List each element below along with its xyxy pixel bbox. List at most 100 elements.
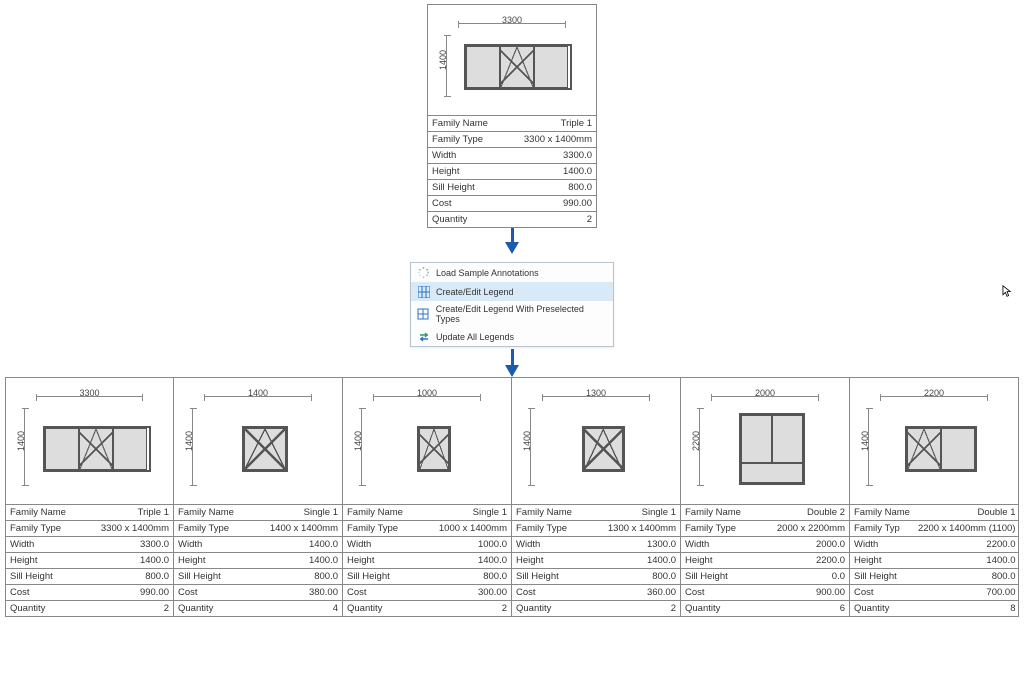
prop-label: Family Typ <box>850 521 914 537</box>
prop-label: Sill Height <box>343 569 420 585</box>
prop-label: Width <box>6 537 82 553</box>
prop-label: Cost <box>681 585 758 601</box>
prop-label: Cost <box>850 585 914 601</box>
table-row: Height1400.0 <box>512 553 680 569</box>
table-row: Height1400.0 <box>850 553 1019 569</box>
table-row: Family Type1300 x 1400mm <box>512 521 680 537</box>
window-preview: 3300 1400 <box>428 5 596 115</box>
prop-label: Cost <box>174 585 251 601</box>
spinner-icon <box>417 266 430 279</box>
window-graphic <box>242 426 288 472</box>
prop-label: Height <box>850 553 914 569</box>
prop-label: Sill Height <box>512 569 589 585</box>
table-row: Width1000.0 <box>343 537 511 553</box>
dimension-bar-horizontal <box>542 396 650 397</box>
table-row: Cost990.00 <box>6 585 173 601</box>
prop-label: Family Name <box>174 505 251 521</box>
menu-item-create-edit-preselected[interactable]: Create/Edit Legend With Preselected Type… <box>411 301 613 327</box>
prop-value: 3300.0 <box>82 537 173 553</box>
prop-label: Quantity <box>850 601 914 617</box>
prop-label: Width <box>174 537 251 553</box>
properties-table: Family NameTriple 1 Family Type3300 x 14… <box>428 115 596 227</box>
dimension-bar-vertical <box>361 408 362 486</box>
prop-value: 1000 x 1400mm <box>420 521 511 537</box>
menu-item-create-edit[interactable]: Create/Edit Legend <box>411 282 613 301</box>
table-row: Height1400.0 <box>174 553 342 569</box>
prop-label: Cost <box>343 585 420 601</box>
legend-card: 22001400Family NameDouble 1Family Typ220… <box>850 378 1019 616</box>
table-row: Family Type1000 x 1400mm <box>343 521 511 537</box>
window-graphic <box>905 426 977 472</box>
prop-value: 6 <box>758 601 849 617</box>
prop-label: Family Name <box>512 505 589 521</box>
prop-value: 2000 x 2200mm <box>758 521 849 537</box>
prop-value: 800.0 <box>420 569 511 585</box>
cursor-icon <box>1002 285 1012 298</box>
properties-table: Family NameSingle 1Family Type1400 x 140… <box>174 504 342 616</box>
dimension-bar-horizontal <box>711 396 819 397</box>
prop-value: 1400.0 <box>82 553 173 569</box>
properties-table: Family NameTriple 1Family Type3300 x 140… <box>6 504 173 616</box>
prop-label: Sill Height <box>850 569 914 585</box>
prop-value: 2 <box>589 601 680 617</box>
table-row: Quantity2 <box>6 601 173 617</box>
prop-label: Family Type <box>512 521 589 537</box>
table-row: Sill Height800.0 <box>850 569 1019 585</box>
prop-value: 4 <box>251 601 342 617</box>
table-row: Height1400.0 <box>343 553 511 569</box>
dimension-bar-vertical <box>868 408 869 486</box>
menu-item-load-sample[interactable]: Load Sample Annotations <box>411 263 613 282</box>
value-family-type: 3300 x 1400mm <box>505 132 596 148</box>
prop-value: 2200.0 <box>758 553 849 569</box>
prop-value: Double 1 <box>914 505 1020 521</box>
table-row: Cost380.00 <box>174 585 342 601</box>
prop-label: Sill Height <box>681 569 758 585</box>
label-width: Width <box>428 148 505 164</box>
window-preview: 14001400 <box>174 378 342 504</box>
dimension-bar-vertical <box>530 408 531 486</box>
prop-label: Height <box>681 553 758 569</box>
prop-value: 700.00 <box>914 585 1020 601</box>
prop-label: Family Type <box>174 521 251 537</box>
menu-item-update-all[interactable]: Update All Legends <box>411 327 613 346</box>
prop-label: Quantity <box>681 601 758 617</box>
legend-card: 10001400Family NameSingle 1Family Type10… <box>343 378 512 616</box>
prop-value: 380.00 <box>251 585 342 601</box>
prop-value: 8 <box>914 601 1020 617</box>
table-row: Height1400.0 <box>6 553 173 569</box>
prop-value: 800.0 <box>82 569 173 585</box>
table-row: Sill Height800.0 <box>6 569 173 585</box>
prop-label: Family Type <box>343 521 420 537</box>
label-sill-height: Sill Height <box>428 180 505 196</box>
prop-label: Height <box>343 553 420 569</box>
prop-value: 800.0 <box>589 569 680 585</box>
table-row: Cost300.00 <box>343 585 511 601</box>
table-row: Family NameSingle 1 <box>512 505 680 521</box>
window-graphic <box>417 426 451 472</box>
prop-label: Width <box>681 537 758 553</box>
properties-table: Family NameSingle 1Family Type1000 x 140… <box>343 504 511 616</box>
prop-label: Cost <box>512 585 589 601</box>
table-row: Family NameTriple 1 <box>6 505 173 521</box>
flow-arrow <box>505 228 519 254</box>
value-sill-height: 800.0 <box>505 180 596 196</box>
table-row: Width3300.0 <box>6 537 173 553</box>
window-preview: 22001400 <box>850 378 1018 504</box>
prop-label: Family Name <box>6 505 82 521</box>
dimension-bar-horizontal <box>373 396 481 397</box>
window-preview: 13001400 <box>512 378 680 504</box>
table-row: Width1400.0 <box>174 537 342 553</box>
prop-label: Height <box>6 553 82 569</box>
menu-label: Create/Edit Legend With Preselected Type… <box>436 304 607 324</box>
menu-label: Update All Legends <box>436 332 514 342</box>
table-row: Quantity6 <box>681 601 849 617</box>
legend-card-top: 3300 1400 Family NameTriple 1 Family Typ… <box>427 4 597 228</box>
table-row: Quantity2 <box>343 601 511 617</box>
table-row: Family Type2000 x 2200mm <box>681 521 849 537</box>
table-row: Cost360.00 <box>512 585 680 601</box>
table-row: Family Type3300 x 1400mm <box>6 521 173 537</box>
prop-label: Width <box>512 537 589 553</box>
label-quantity: Quantity <box>428 212 505 228</box>
table-row: Family NameDouble 1 <box>850 505 1019 521</box>
value-width: 3300.0 <box>505 148 596 164</box>
